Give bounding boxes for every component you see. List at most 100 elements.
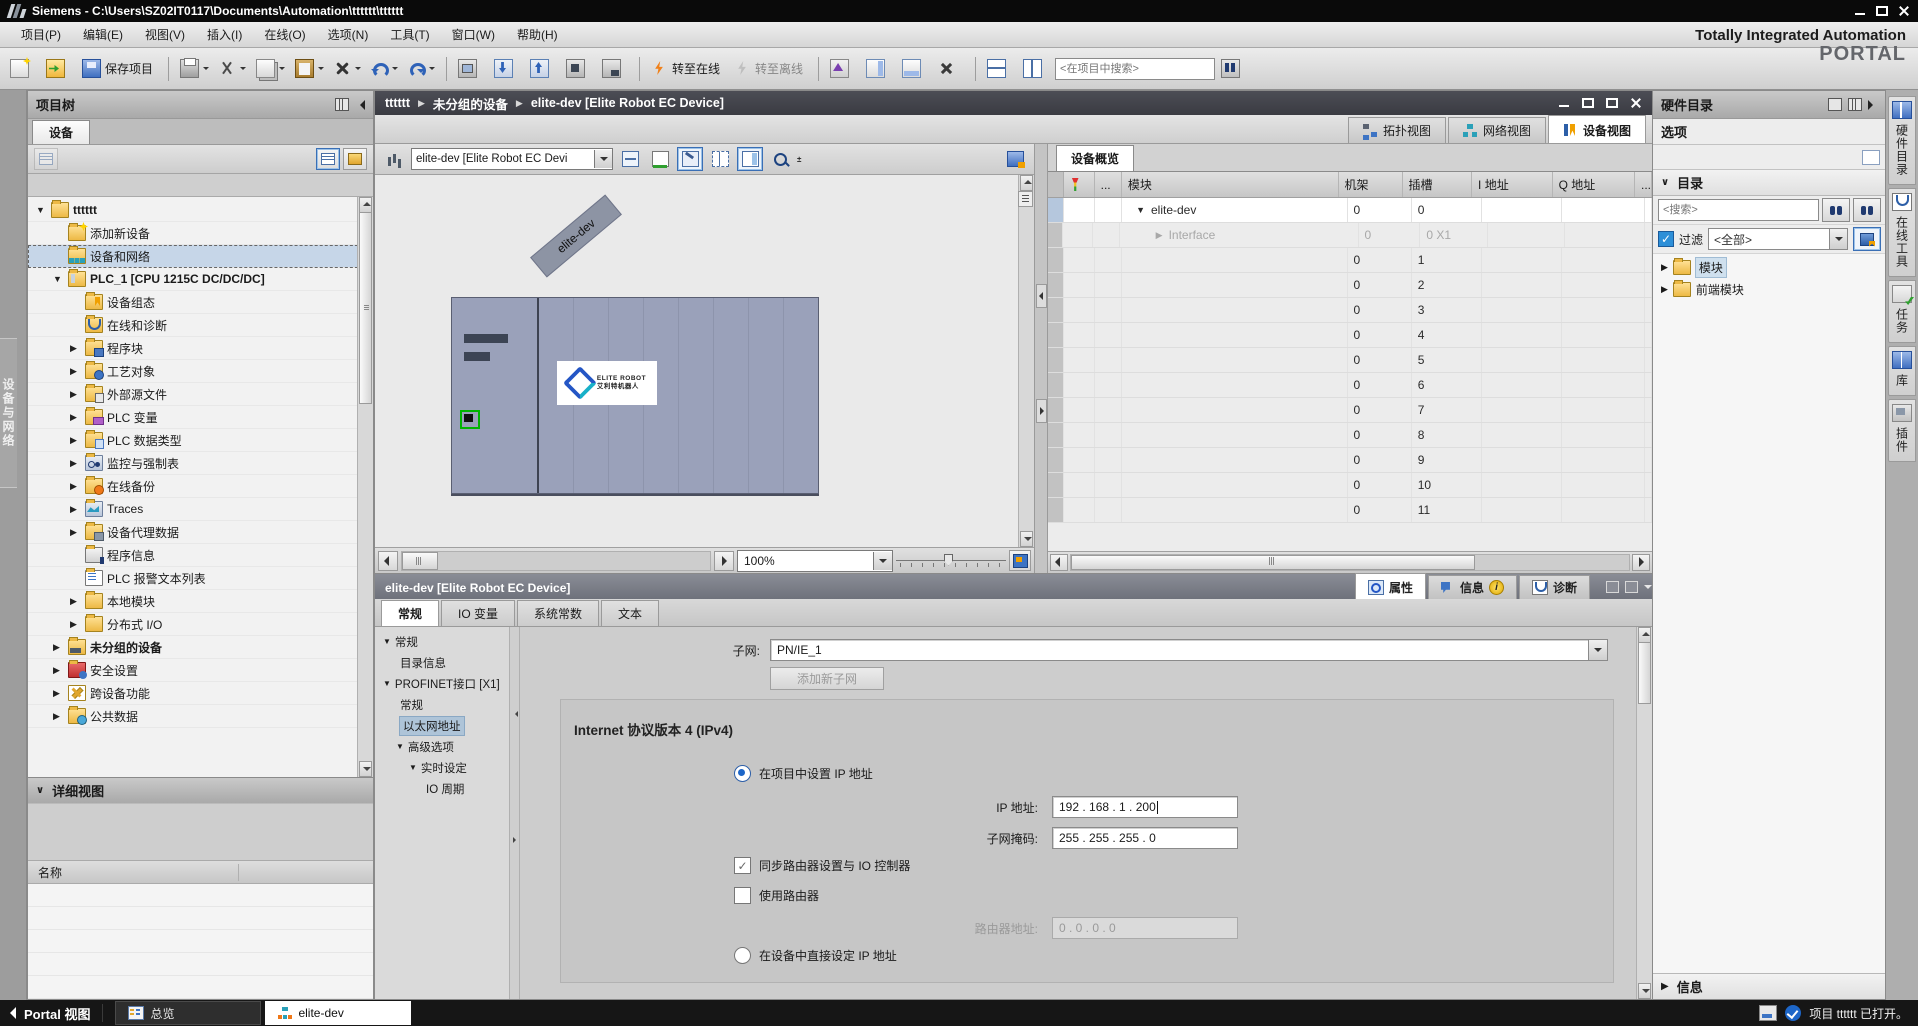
collapse-panel-icon[interactable] <box>1868 100 1878 110</box>
expand-arrow[interactable]: ▶ <box>70 458 81 469</box>
minimize-icon[interactable] <box>1854 6 1866 16</box>
toolbar-button[interactable] <box>330 55 365 83</box>
router-address-input[interactable]: 0 . 0 . 0 . 0 <box>1052 917 1238 939</box>
toolbar-button[interactable] <box>826 55 860 83</box>
add-subnet-button[interactable]: 添加新子网 <box>770 667 884 690</box>
tree-item[interactable]: ▶ 公共数据 <box>28 705 373 728</box>
toolbar-button[interactable] <box>454 55 488 83</box>
breadcrumb-item[interactable]: elite-dev [Elite Robot EC Device] <box>531 96 724 110</box>
view-tab[interactable]: 设备视图 <box>1548 115 1646 143</box>
tree-item[interactable]: ▶ 分布式 I/O <box>28 613 373 636</box>
toolbar-button[interactable] <box>562 55 596 83</box>
scroll-left-icon[interactable] <box>378 551 398 571</box>
toolbar-button[interactable] <box>526 55 560 83</box>
canvas-vertical-scrollbar[interactable] <box>1018 175 1034 547</box>
expand-arrow[interactable]: ▶ <box>70 412 81 423</box>
tab-devices[interactable]: 设备 <box>32 120 90 144</box>
tree-item[interactable]: ▶ Traces <box>28 498 373 521</box>
tree-item[interactable]: 在线和诊断 <box>28 314 373 337</box>
expand-arrow[interactable]: ▶ <box>70 527 81 538</box>
editor-float-icon[interactable] <box>1582 98 1594 108</box>
table-row[interactable]: 0 5 <box>1048 348 1652 373</box>
canvas-overview-splitter[interactable] <box>1035 144 1048 573</box>
toolbar-button[interactable] <box>215 55 250 83</box>
table-row[interactable]: ▶Interface 0 0 X1 el... <box>1048 223 1652 248</box>
tree-item[interactable]: ▶ 跨设备功能 <box>28 682 373 705</box>
catalog-item[interactable]: ▶ 模块 <box>1653 256 1886 278</box>
right-strip-tab[interactable]: 插件 <box>1888 399 1916 462</box>
view-tab[interactable]: 拓扑视图 <box>1348 117 1446 143</box>
tree-item[interactable]: 添加新设备 <box>28 222 373 245</box>
tree-item[interactable]: ▶ 工艺对象 <box>28 360 373 383</box>
tree-item[interactable]: ▼ tttttt <box>28 199 373 222</box>
expand-arrow[interactable]: ▶ <box>53 711 64 722</box>
zoom-level-dropdown[interactable]: 100% <box>737 550 893 572</box>
overview-horizontal-scrollbar[interactable] <box>1070 554 1630 571</box>
tree-item[interactable]: ▶ 本地模块 <box>28 590 373 613</box>
table-view-icon[interactable] <box>316 148 340 170</box>
properties-nav-item[interactable]: ▼ PROFINET接口 [X1] <box>375 673 509 694</box>
right-strip-tab[interactable]: 任务 <box>1888 280 1916 343</box>
breadcrumb-item[interactable]: tttttt <box>385 96 410 110</box>
table-row[interactable]: 0 2 <box>1048 273 1652 298</box>
search-up-icon[interactable] <box>1853 198 1881 222</box>
show-labels-icon[interactable] <box>647 147 673 171</box>
toolbar-button[interactable] <box>367 55 402 83</box>
tab-device-overview[interactable]: 设备概览 <box>1056 145 1134 171</box>
right-strip-tab[interactable]: 硬件目录 <box>1888 96 1916 185</box>
properties-nav-item[interactable]: ▼ 实时设定 <box>375 757 509 778</box>
properties-nav-item[interactable]: ▼ 常规 <box>375 631 509 652</box>
properties-nav-item[interactable]: 常规 <box>375 694 509 715</box>
expand-arrow[interactable]: ▶ <box>70 619 81 630</box>
expand-arrow[interactable]: ▶ <box>70 343 81 354</box>
chevron-down-icon[interactable]: ∨ <box>36 785 44 796</box>
inspector-tab[interactable]: 属性 <box>1355 573 1426 599</box>
table-row[interactable]: 0 8 <box>1048 423 1652 448</box>
expand-arrow[interactable]: ▼ <box>36 205 47 215</box>
properties-nav-scrollbar[interactable] <box>510 627 520 999</box>
menu-item[interactable]: 在线(O) <box>253 22 316 47</box>
view-tab[interactable]: 网络视图 <box>1448 117 1546 143</box>
catalog-section-header[interactable]: ∨ 目录 <box>1653 170 1886 196</box>
tree-item[interactable]: ▶ 程序块 <box>28 337 373 360</box>
catalog-item[interactable]: ▶ 前端模块 <box>1653 278 1886 300</box>
right-strip-tab[interactable]: 在线工具 <box>1888 188 1916 277</box>
expand-arrow[interactable]: ▶ <box>70 435 81 446</box>
tree-item[interactable]: ▶ 监控与强制表 <box>28 452 373 475</box>
search-down-icon[interactable] <box>1822 198 1850 222</box>
ip-address-input[interactable]: 192 . 168 . 1 . 200 <box>1052 796 1238 818</box>
expand-arrow[interactable]: ▶ <box>70 481 81 492</box>
canvas-horizontal-scrollbar[interactable] <box>401 551 711 571</box>
splitter-collapse-right-icon[interactable] <box>1036 399 1047 423</box>
use-router-checkbox[interactable] <box>734 887 751 904</box>
expand-arrow[interactable]: ▶ <box>70 389 81 400</box>
maximize-icon[interactable] <box>1876 6 1888 16</box>
sort-icon[interactable] <box>34 148 58 170</box>
toolbar-button[interactable] <box>898 55 932 83</box>
properties-nav-item[interactable]: ▼ 高级选项 <box>375 736 509 757</box>
inspector-tab[interactable]: 诊断 <box>1519 575 1590 599</box>
tree-item[interactable]: ▼ PLC_1 [CPU 1215C DC/DC/DC] <box>28 268 373 291</box>
save-project-button[interactable]: 保存项目 <box>78 55 161 83</box>
inspector-tab[interactable]: 信息 i <box>1428 575 1517 599</box>
status-detail-icon[interactable] <box>1759 1005 1777 1021</box>
expand-arrow[interactable]: ▶ <box>53 688 64 699</box>
properties-nav-item[interactable]: 以太网地址 <box>375 715 509 736</box>
tree-item[interactable]: 设备组态 <box>28 291 373 314</box>
catalog-info-header[interactable]: ▶ 信息 <box>1653 973 1886 999</box>
go-online-button[interactable]: 转至在线 <box>647 55 728 83</box>
float-panel-icon[interactable] <box>1828 98 1842 111</box>
toolbar-button[interactable] <box>42 55 76 83</box>
tree-item[interactable]: 程序信息 <box>28 544 373 567</box>
tree-item[interactable]: PLC 报警文本列表 <box>28 567 373 590</box>
table-row[interactable]: 0 1 <box>1048 248 1652 273</box>
inspector-list-icon[interactable] <box>1625 581 1638 593</box>
zoom-plusminus[interactable]: ± <box>797 157 801 162</box>
table-row[interactable]: 0 6 <box>1048 373 1652 398</box>
portal-view-button[interactable]: Portal 视图 <box>10 1004 90 1023</box>
table-row[interactable]: 0 4 <box>1048 323 1652 348</box>
menu-item[interactable]: 窗口(W) <box>441 22 506 47</box>
radio-set-ip-on-device[interactable] <box>734 947 751 964</box>
page-overview-icon[interactable] <box>1018 191 1033 207</box>
project-tree-scrollbar[interactable] <box>357 197 373 777</box>
